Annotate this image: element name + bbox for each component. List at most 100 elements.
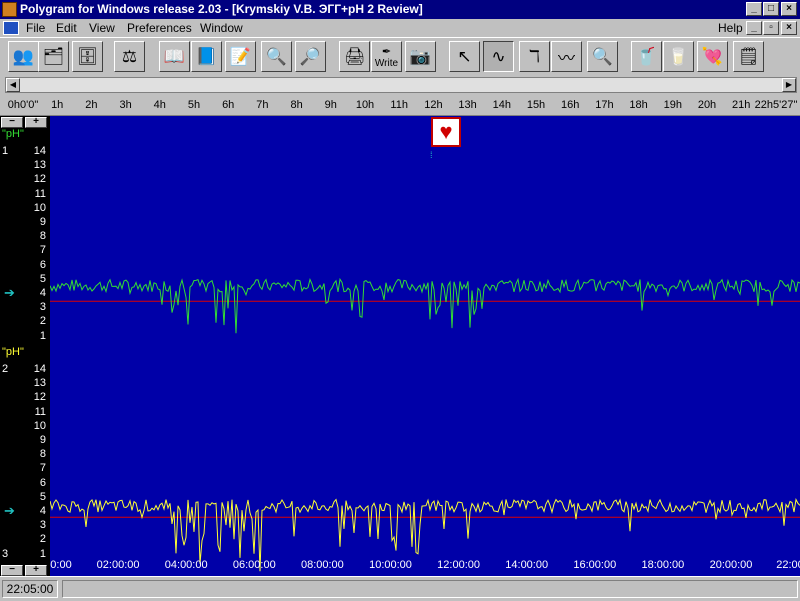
hour-tick-label: 4h: [153, 99, 166, 111]
hour-tick-label: 2h: [85, 99, 98, 111]
scale-tick-label: 2: [39, 533, 46, 546]
menu-window[interactable]: Window: [200, 21, 243, 35]
scale-tick-label: 8: [39, 448, 46, 461]
signal-plot[interactable]: ⁞ ♥ 0:00 02:00:00 04:00:00 06:00:00 08:00:00…: [50, 116, 800, 576]
hour-tick-label: 14h: [492, 99, 511, 111]
scale-tick-label: 10: [33, 419, 46, 432]
scale-minus-button[interactable]: −: [1, 117, 23, 128]
time-axis-label: 18:00:00: [641, 559, 685, 571]
notes-icon[interactable]: 📝: [225, 41, 256, 72]
toolbar: 👥 🗂 🗄 ⚖ 📖 📘 📝 🔍 🔎 🖨 ✒ Write 📷 ↖ ∿ ℸ 〰 🔍 🥤 🥛 💘 🗒: [0, 37, 800, 75]
status-message: [62, 580, 798, 598]
document-icon[interactable]: [3, 21, 19, 35]
scale-tick-label: 3: [39, 519, 46, 532]
hour-tick-label: 11h: [390, 99, 408, 111]
hour-tick-label: 17h: [595, 99, 614, 111]
title-bar: Polygram for Windows release 2.03 - [Kry…: [0, 0, 800, 19]
menu-bar: File Edit View Preferences Window Help _…: [0, 19, 800, 37]
write-label: Write: [374, 57, 399, 69]
cup-icon[interactable]: 🥤: [631, 41, 662, 72]
scale-tick-label: 14: [33, 145, 46, 157]
scroll-right-arrow-icon[interactable]: ▶: [782, 78, 796, 92]
balance-scale-icon[interactable]: ⚖: [114, 41, 145, 72]
status-bar: 22:05:00: [0, 576, 800, 601]
hour-tick-label: 21h: [732, 99, 751, 111]
scale-tick-label: 13: [33, 377, 46, 390]
scale-tick-label: 3: [39, 301, 46, 314]
hour-tick-label: 8h: [290, 99, 303, 111]
time-axis-label: 20:00:00: [709, 559, 753, 571]
channel-number: 1: [2, 145, 9, 157]
threshold-arrow-icon: ➔: [4, 285, 15, 300]
write-icon[interactable]: ✒ Write: [371, 41, 402, 72]
hour-tick-label: 1h: [51, 99, 64, 111]
scale-tick-label: 9: [39, 434, 46, 446]
menu-help[interactable]: Help: [718, 21, 743, 35]
threshold-arrow-icon: ➔: [4, 503, 15, 518]
scale-tick-label: 2: [39, 315, 46, 328]
hour-ruler[interactable]: 0h0'0" 1h 2h 3h 4h 5h 6h 7h 8h 9h 10h 11h 12h 13h 14h 1…: [0, 95, 800, 116]
minimize-button[interactable]: _: [746, 2, 762, 16]
pointer-icon[interactable]: ↖: [449, 41, 480, 72]
channel-number: 3: [2, 548, 9, 560]
scale-tick-label: 12: [33, 173, 46, 186]
sticky-note-icon[interactable]: 🗒: [733, 41, 764, 72]
export-book-icon[interactable]: 📘: [191, 41, 222, 72]
bottom-plus-button[interactable]: +: [25, 565, 47, 576]
bottom-minus-button[interactable]: −: [1, 565, 23, 576]
marker-tool-icon[interactable]: ℸ: [519, 41, 550, 72]
scale-tick-label: 7: [39, 244, 46, 257]
close-button[interactable]: ×: [781, 2, 797, 16]
channel-number: 2: [2, 363, 9, 375]
menu-file[interactable]: File: [26, 21, 45, 35]
time-axis-label: 08:00:00: [300, 559, 344, 571]
scale-tick-label: 12: [33, 391, 46, 404]
empty-cup-icon[interactable]: 🥛: [663, 41, 694, 72]
magnifier-icon[interactable]: 🔍: [587, 41, 618, 72]
open-book-icon[interactable]: 📖: [159, 41, 190, 72]
channel-label: "pH": [2, 346, 24, 358]
waveform-icon[interactable]: ∿: [483, 41, 514, 72]
menu-preferences[interactable]: Preferences: [127, 21, 192, 35]
channel-label: "pH": [2, 128, 24, 140]
zoom-out-icon[interactable]: 🔎: [295, 41, 326, 72]
heart-annotation-icon[interactable]: 💘: [697, 41, 728, 72]
ph-trace-channel-2: [50, 498, 800, 572]
hour-tick-label: 9h: [324, 99, 337, 111]
time-axis-label: 02:00:00: [96, 559, 140, 571]
printer-icon[interactable]: 🖨: [339, 41, 370, 72]
event-marker-heart-icon[interactable]: ♥: [431, 117, 461, 147]
scale-tick-label: 4: [39, 505, 46, 517]
hour-tick-label: 22h5'27": [754, 99, 798, 111]
ph-trace-channel-1: [50, 277, 800, 334]
time-axis-label: 04:00:00: [164, 559, 208, 571]
database-icon[interactable]: 🗂: [38, 41, 69, 72]
menu-edit[interactable]: Edit: [56, 21, 77, 35]
time-axis-label: 0:00: [50, 559, 72, 571]
hour-tick-label: 19h: [663, 99, 682, 111]
signal-scan-icon[interactable]: 〰: [551, 41, 582, 72]
doc-restore-button[interactable]: ▫: [763, 21, 779, 35]
scroll-left-arrow-icon[interactable]: ◀: [6, 78, 20, 92]
menu-view[interactable]: View: [89, 21, 115, 35]
time-axis-label: 10:00:00: [369, 559, 412, 571]
hour-tick-label: 18h: [629, 99, 648, 111]
camera-icon[interactable]: 📷: [405, 41, 436, 72]
horizontal-scrollbar[interactable]: ◀ ▶: [5, 77, 797, 93]
scale-tick-label: 11: [34, 405, 46, 418]
window-title: Polygram for Windows release 2.03 - [Kry…: [20, 2, 423, 16]
scale-plus-button[interactable]: +: [25, 117, 47, 128]
hour-tick-label: 5h: [187, 99, 201, 111]
scale-tick-label: 7: [39, 462, 46, 475]
doc-minimize-button[interactable]: _: [746, 21, 762, 35]
patient-icon[interactable]: 👥: [8, 41, 39, 72]
maximize-button[interactable]: □: [763, 2, 779, 16]
app-icon[interactable]: [2, 2, 17, 17]
scale-tick-label: 6: [39, 258, 46, 271]
file-cabinet-icon[interactable]: 🗄: [72, 41, 103, 72]
scale-tick-label: 1: [39, 547, 46, 560]
zoom-in-icon[interactable]: 🔍: [261, 41, 292, 72]
hour-tick-label: 0h0'0": [7, 99, 39, 111]
time-axis-label: 16:00:00: [573, 559, 617, 571]
doc-close-button[interactable]: ×: [781, 21, 797, 35]
